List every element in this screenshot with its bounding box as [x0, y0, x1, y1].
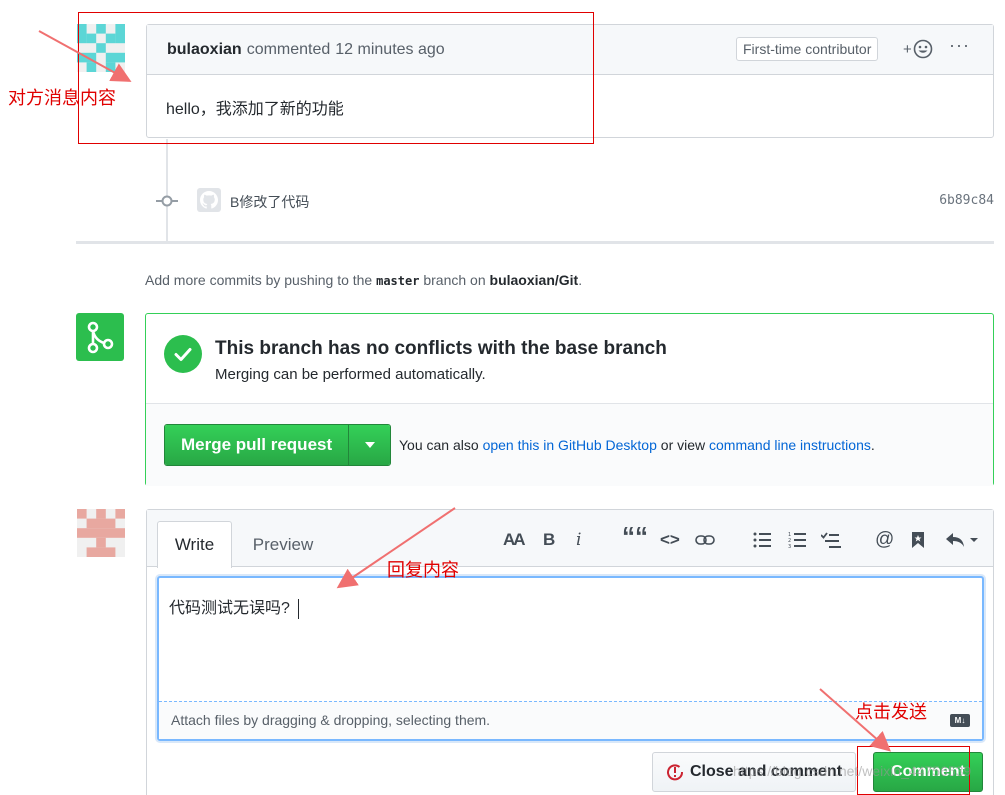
annotation-arrows	[38, 30, 891, 752]
arrow-to-send	[819, 688, 891, 752]
arrow-to-reply	[336, 507, 456, 589]
arrow-to-message	[38, 30, 132, 82]
watermark: https://blog.csdn.net/weixin_44756539	[733, 763, 972, 779]
